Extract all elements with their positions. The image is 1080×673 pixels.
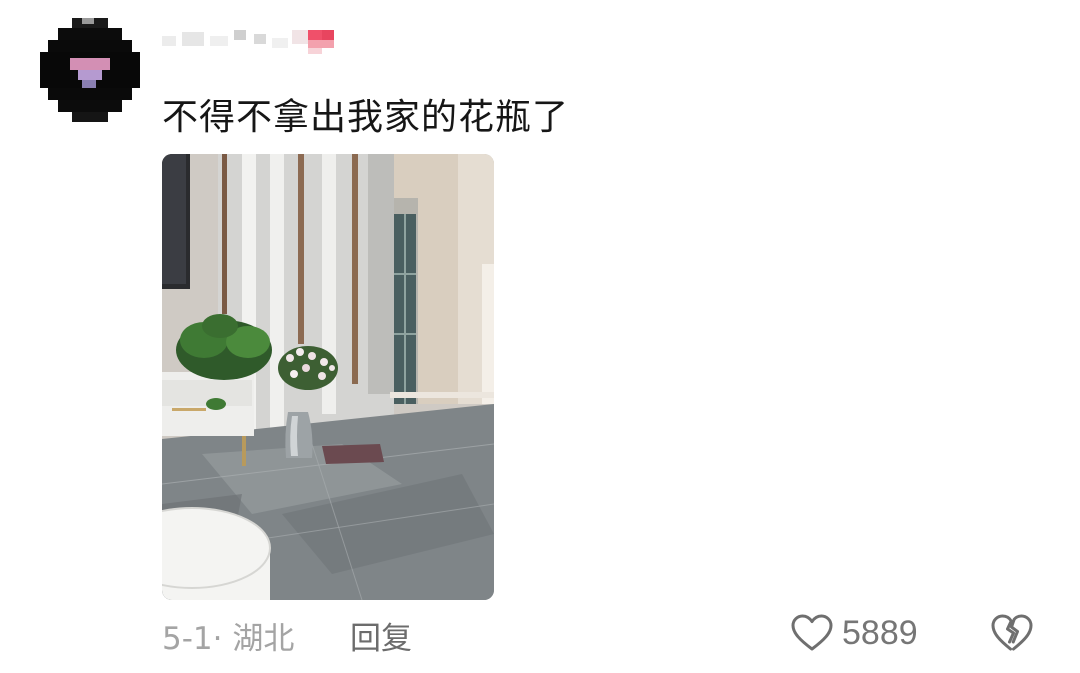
avatar[interactable]: [38, 18, 142, 122]
comment-text: 不得不拿出我家的花瓶了: [162, 97, 570, 138]
meta-separator: ·: [212, 621, 223, 657]
heart-outline-icon: [791, 614, 833, 651]
comment-item: 不得不拿出我家的花瓶了 5-1· 湖北 回复 5889: [0, 0, 1080, 673]
like-count: 5889: [842, 613, 918, 652]
reply-button[interactable]: 回复: [350, 613, 412, 658]
comment-photo[interactable]: [162, 154, 494, 600]
comment-location: 湖北: [232, 621, 295, 657]
comment-date: 5-1: [162, 621, 213, 657]
like-button[interactable]: 5889: [790, 610, 918, 656]
broken-heart-icon: [991, 614, 1033, 651]
username-pixelated[interactable]: [162, 22, 342, 60]
comment-meta: 5-1· 湖北: [162, 613, 294, 658]
dislike-button[interactable]: [990, 612, 1034, 654]
